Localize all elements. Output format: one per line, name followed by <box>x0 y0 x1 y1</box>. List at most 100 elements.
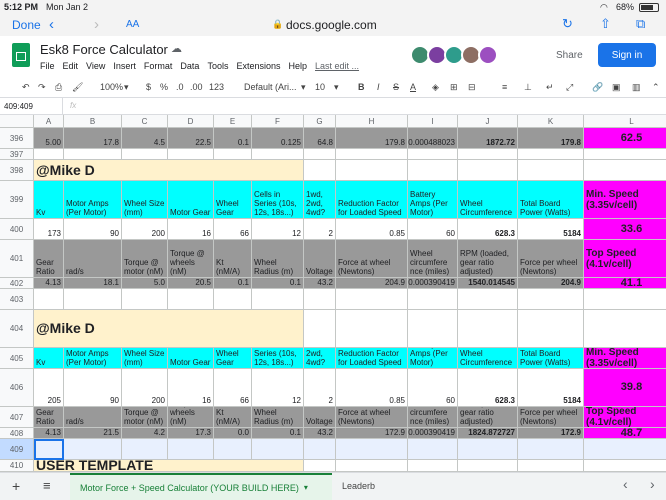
grid-cell[interactable] <box>214 149 252 160</box>
column-header-i[interactable]: I <box>408 115 458 128</box>
currency-button[interactable]: $ <box>146 82 151 92</box>
formula-input[interactable] <box>90 100 650 112</box>
menu-help[interactable]: Help <box>288 61 307 71</box>
vertical-align-icon[interactable]: ⊥ <box>524 82 532 93</box>
doc-title[interactable]: Esk8 Force Calculator <box>40 42 168 57</box>
value-cell[interactable]: 90 <box>64 219 122 240</box>
collapse-toolbar-icon[interactable]: ⌃ <box>652 82 660 93</box>
value-cell[interactable]: 0.85 <box>336 369 408 407</box>
tab-leaderboard[interactable]: Leaderb <box>342 481 375 491</box>
tab-active-sheet[interactable]: Motor Force + Speed Calculator (YOUR BUI… <box>70 473 332 500</box>
grid-cell[interactable] <box>336 439 408 460</box>
value-cell[interactable]: 18.1 <box>64 278 122 289</box>
value-cell[interactable]: 4.2 <box>122 428 168 439</box>
grid-cell[interactable] <box>304 149 336 160</box>
value-cell[interactable]: 0.000390419 <box>408 428 458 439</box>
menu-file[interactable]: File <box>40 61 55 71</box>
grid-cell[interactable] <box>584 439 666 460</box>
redo-icon[interactable]: ↷ <box>38 82 46 93</box>
grid-cell[interactable] <box>518 149 584 160</box>
grid-cell[interactable] <box>214 289 252 310</box>
grid-cell[interactable] <box>408 310 458 348</box>
value-cell[interactable]: 17.3 <box>168 428 214 439</box>
reload-icon[interactable]: ↻ <box>562 16 573 32</box>
row-header-405[interactable]: 405 <box>0 348 34 369</box>
value-cell[interactable]: 5184 <box>518 369 584 407</box>
column-header-a[interactable]: A <box>34 115 64 128</box>
grid-cell[interactable] <box>304 160 336 181</box>
value-cell[interactable]: 16 <box>168 219 214 240</box>
grid-cell[interactable] <box>64 289 122 310</box>
grid-cell[interactable] <box>168 149 214 160</box>
grid-cell[interactable] <box>518 289 584 310</box>
value-cell[interactable]: 90 <box>64 369 122 407</box>
chevron-down-icon[interactable]: ▾ <box>124 82 129 93</box>
value-cell[interactable]: 1872.72 <box>458 128 518 149</box>
decrease-decimal-button[interactable]: .0 <box>176 82 184 92</box>
grid-cell[interactable] <box>518 439 584 460</box>
sign-in-button[interactable]: Sign in <box>598 43 656 67</box>
menu-data[interactable]: Data <box>180 61 199 71</box>
value-cell[interactable]: 0.1 <box>252 428 304 439</box>
grid-cell[interactable] <box>336 310 408 348</box>
name-box[interactable]: 409:409 <box>4 102 33 111</box>
value-cell[interactable]: 22.5 <box>168 128 214 149</box>
row-header-407[interactable]: 407 <box>0 407 34 428</box>
grid-cell[interactable] <box>304 310 336 348</box>
grid-cell[interactable] <box>408 460 458 472</box>
speed-value[interactable]: 41.1 <box>584 278 666 289</box>
value-cell[interactable]: 2 <box>304 369 336 407</box>
column-header-k[interactable]: K <box>518 115 584 128</box>
scroll-tabs-right-icon[interactable]: › <box>650 476 655 492</box>
menu-view[interactable]: View <box>86 61 105 71</box>
row-header-399[interactable]: 399 <box>0 181 34 219</box>
value-cell[interactable]: 0.000488023 <box>408 128 458 149</box>
active-cell-cursor[interactable] <box>34 439 64 460</box>
value-cell[interactable]: 4.13 <box>34 278 64 289</box>
comment-icon[interactable]: ▣ <box>612 82 621 93</box>
value-cell[interactable]: 0.85 <box>336 219 408 240</box>
grid-cell[interactable] <box>518 310 584 348</box>
grid-cell[interactable] <box>168 439 214 460</box>
value-cell[interactable]: 5.00 <box>34 128 64 149</box>
chevron-down-icon[interactable]: ▾ <box>301 82 306 93</box>
value-cell[interactable]: 12 <box>252 219 304 240</box>
speed-value[interactable]: 33.6 <box>584 219 666 240</box>
rotate-icon[interactable]: ⤢ <box>566 82 573 93</box>
grid-cell[interactable] <box>214 439 252 460</box>
forward-icon[interactable]: › <box>94 16 99 33</box>
column-header-l[interactable]: L <box>584 115 666 128</box>
column-header-f[interactable]: F <box>252 115 304 128</box>
value-cell[interactable]: 0.1 <box>214 278 252 289</box>
link-icon[interactable]: 🔗 <box>592 82 603 93</box>
grid-cell[interactable] <box>408 149 458 160</box>
value-cell[interactable]: 200 <box>122 369 168 407</box>
row-header-406[interactable]: 406 <box>0 369 34 407</box>
grid-cell[interactable] <box>408 289 458 310</box>
column-header-d[interactable]: D <box>168 115 214 128</box>
text-color-button[interactable]: A <box>410 82 416 92</box>
tabs-icon[interactable]: ⧉ <box>636 16 645 32</box>
chevron-down-icon[interactable]: ▾ <box>334 82 339 93</box>
grid-cell[interactable] <box>458 439 518 460</box>
grid-cell[interactable] <box>518 460 584 472</box>
menu-insert[interactable]: Insert <box>113 61 136 71</box>
chart-icon[interactable]: ▥ <box>632 82 641 93</box>
share-button[interactable]: Share <box>556 50 583 61</box>
grid-cell[interactable] <box>34 149 64 160</box>
grid-cell[interactable] <box>458 149 518 160</box>
value-cell[interactable]: 20.5 <box>168 278 214 289</box>
value-cell[interactable]: 1540.014545 <box>458 278 518 289</box>
value-cell[interactable]: 60 <box>408 369 458 407</box>
menu-tools[interactable]: Tools <box>207 61 228 71</box>
speed-value[interactable]: 39.8 <box>584 369 666 407</box>
column-header-j[interactable]: J <box>458 115 518 128</box>
undo-icon[interactable]: ↶ <box>22 82 30 93</box>
grid-cell[interactable] <box>584 310 666 348</box>
value-cell[interactable]: 60 <box>408 219 458 240</box>
value-cell[interactable]: 5.0 <box>122 278 168 289</box>
row-header-403[interactable]: 403 <box>0 289 34 310</box>
value-cell[interactable]: 173 <box>34 219 64 240</box>
sheets-logo-icon[interactable] <box>12 43 30 67</box>
grid-cell[interactable] <box>458 310 518 348</box>
